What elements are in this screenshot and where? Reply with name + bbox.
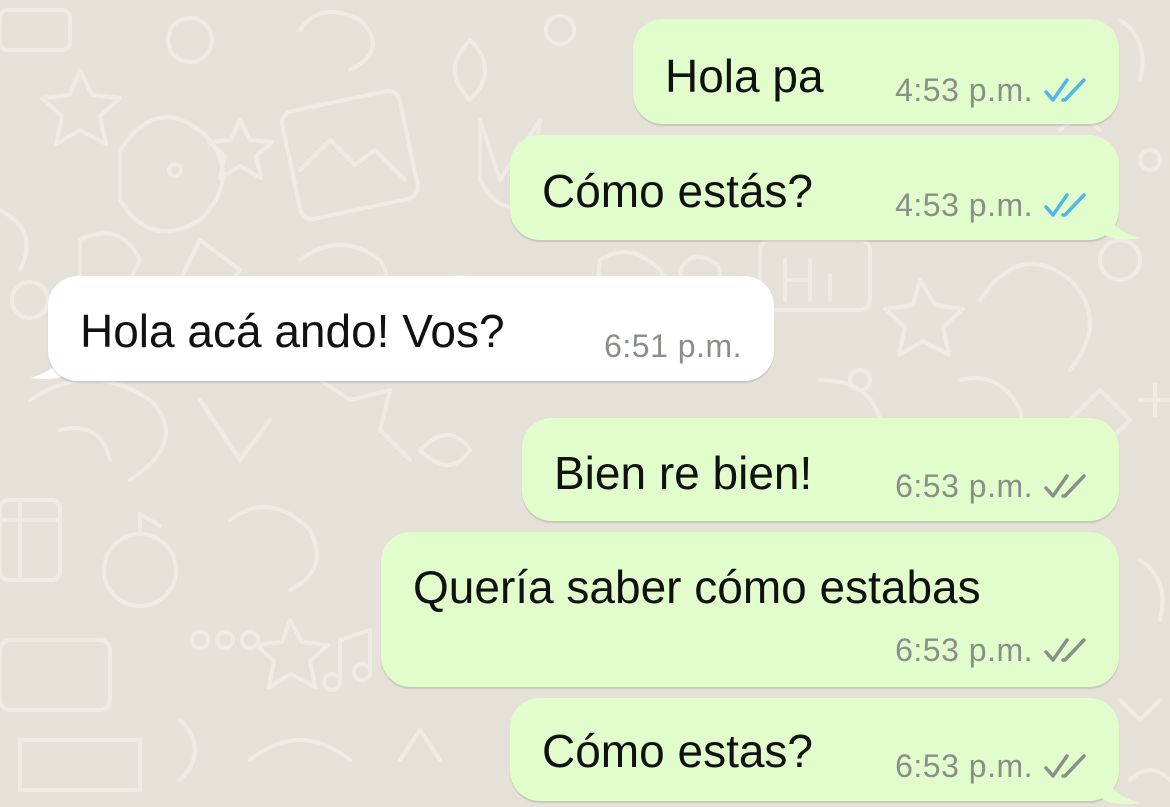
message-text: Bien re bien! <box>554 447 813 499</box>
double-check-grey-icon <box>1044 474 1086 498</box>
message-meta: 4:53 p.m. <box>895 189 1089 221</box>
message-bubble-outgoing[interactable]: Cómo estas? 6:53 p.m. <box>510 698 1119 801</box>
bubble-tail-outgoing <box>1100 200 1140 240</box>
message-bubble-outgoing[interactable]: Quería saber cómo estabas 6:53 p.m. <box>381 532 1119 687</box>
message-bubble-outgoing[interactable]: Bien re bien! 6:53 p.m. <box>522 418 1119 521</box>
message-text: Quería saber cómo estabas <box>413 561 981 613</box>
message-time: 6:53 p.m. <box>895 748 1033 784</box>
conversation: Hola pa 4:53 p.m. Cómo estás? 4:53 p.m. … <box>0 0 1170 807</box>
double-check-blue-icon <box>1044 193 1086 217</box>
double-check-blue-icon <box>1044 78 1086 102</box>
message-text: Hola acá ando! Vos? <box>80 305 505 357</box>
message-text: Hola pa <box>665 50 824 102</box>
message-text: Cómo estas? <box>542 725 814 777</box>
double-check-grey-icon <box>1044 638 1086 662</box>
message-time: 6:53 p.m. <box>895 632 1033 668</box>
message-time: 4:53 p.m. <box>895 187 1033 223</box>
message-text: Cómo estás? <box>542 165 814 217</box>
message-meta: 6:53 p.m. <box>895 750 1089 782</box>
message-meta: 6:53 p.m. <box>895 634 1089 666</box>
message-meta: 6:53 p.m. <box>895 470 1089 502</box>
message-bubble-outgoing[interactable]: Hola pa 4:53 p.m. <box>633 19 1119 124</box>
message-meta: 6:51 p.m. <box>604 330 742 362</box>
message-bubble-incoming[interactable]: Hola acá ando! Vos? 6:51 p.m. <box>48 276 774 381</box>
message-meta: 4:53 p.m. <box>895 74 1089 106</box>
message-time: 6:53 p.m. <box>895 468 1033 504</box>
bubble-tail-outgoing <box>1100 765 1140 805</box>
message-bubble-outgoing[interactable]: Cómo estás? 4:53 p.m. <box>510 135 1119 240</box>
message-time: 6:51 p.m. <box>604 328 742 364</box>
double-check-grey-icon <box>1044 754 1086 778</box>
message-time: 4:53 p.m. <box>895 72 1033 108</box>
